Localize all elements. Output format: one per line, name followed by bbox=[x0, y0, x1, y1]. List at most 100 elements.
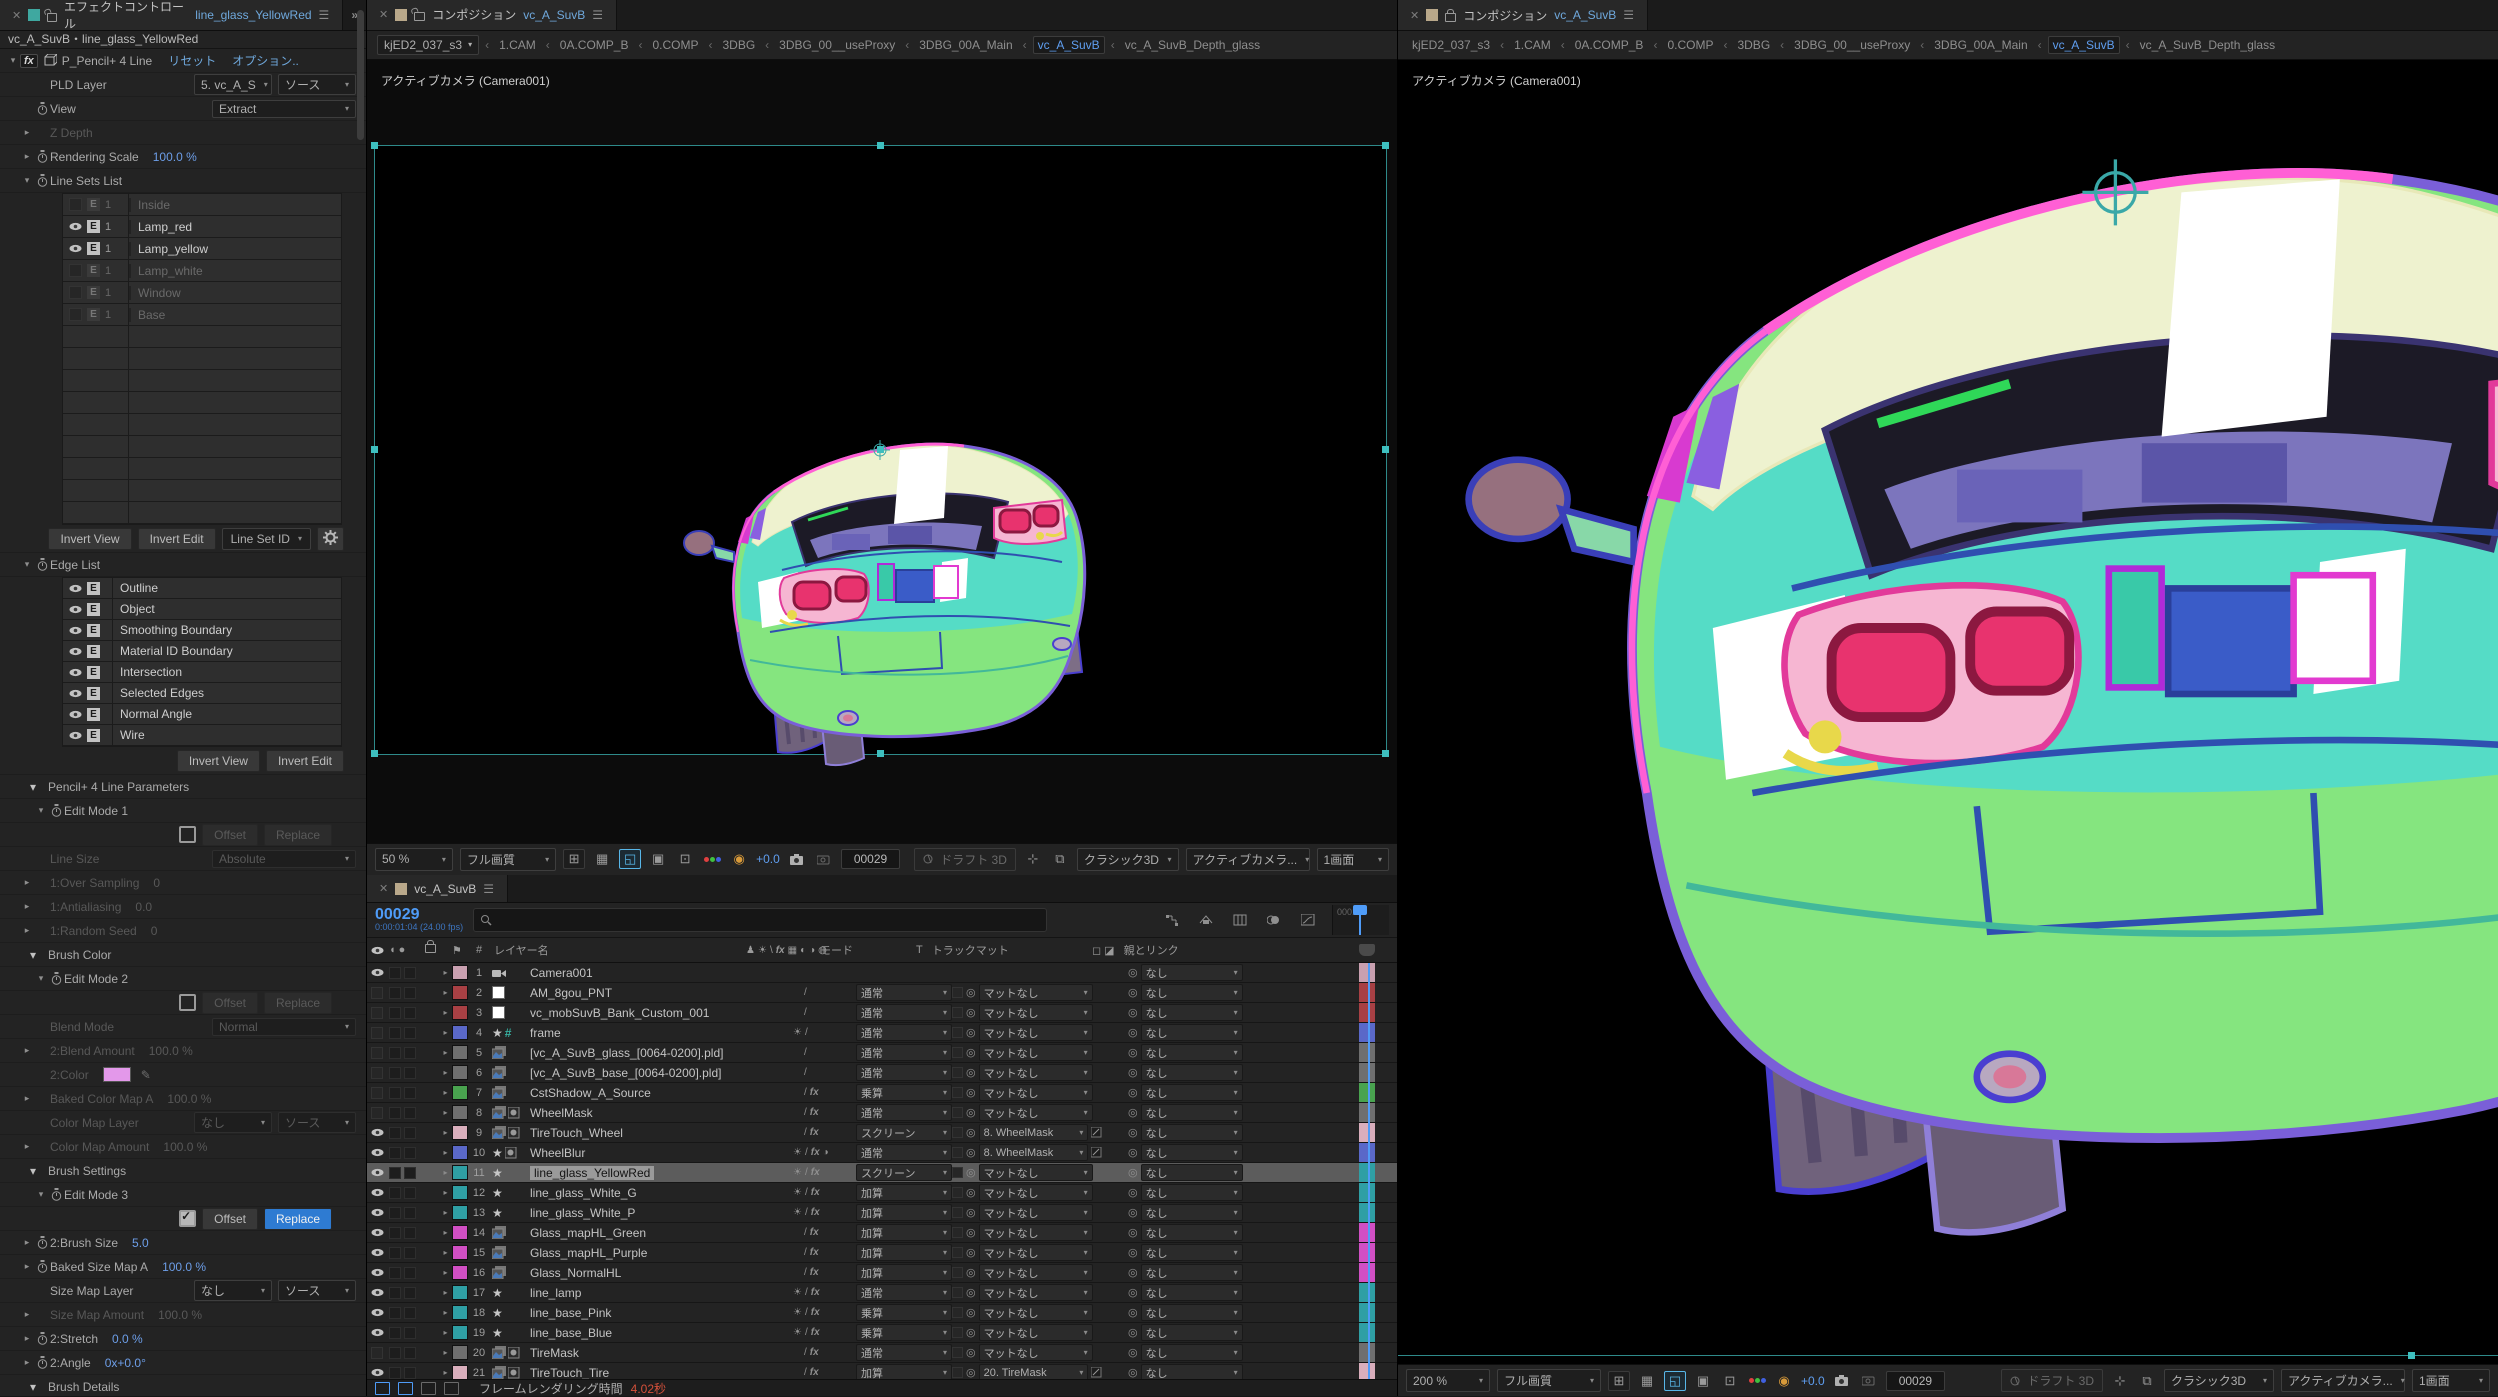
mode-dropdown[interactable]: 通常▾ bbox=[856, 1344, 952, 1361]
track-matte-dropdown[interactable]: マットなし▾ bbox=[979, 1224, 1093, 1241]
solo-box[interactable] bbox=[404, 1047, 416, 1059]
twirl-closed-icon[interactable]: ▸ bbox=[20, 1093, 34, 1104]
matte-toggle-box[interactable] bbox=[952, 1267, 963, 1278]
close-icon[interactable]: ✕ bbox=[379, 882, 388, 895]
3d-view-gizmo-icon[interactable]: ⧉ bbox=[1050, 850, 1070, 868]
mode-dropdown[interactable]: 通常▾ bbox=[856, 1064, 952, 1081]
matte-toggle-box[interactable] bbox=[952, 1027, 963, 1038]
label-color-chip[interactable] bbox=[452, 965, 468, 980]
track-matte-dropdown[interactable]: 8. WheelMask▾ bbox=[979, 1124, 1089, 1141]
twirl-closed-icon[interactable]: ▸ bbox=[20, 1333, 34, 1344]
frame-number-field[interactable]: 00029 bbox=[841, 849, 900, 869]
parent-column[interactable]: 親とリンク bbox=[1124, 942, 1179, 958]
param-label[interactable]: Line Size bbox=[50, 852, 99, 866]
panel-menu-icon[interactable]: ☰ bbox=[483, 882, 495, 896]
solo-box[interactable] bbox=[404, 1067, 416, 1079]
layer-name[interactable]: line_base_Blue bbox=[526, 1326, 782, 1340]
edge-row[interactable]: ENormal Angle bbox=[63, 704, 341, 725]
track-matte-dropdown[interactable]: マットなし▾ bbox=[979, 1324, 1093, 1341]
eye-column-icon[interactable] bbox=[367, 946, 387, 955]
label-color-chip[interactable] bbox=[452, 1225, 468, 1240]
twirl-closed-icon[interactable]: ▸ bbox=[439, 1348, 452, 1357]
solo-box[interactable] bbox=[404, 1367, 416, 1379]
gear-button[interactable] bbox=[317, 527, 344, 551]
track-matte-dropdown[interactable]: マットなし▾ bbox=[979, 1344, 1093, 1361]
stopwatch-icon[interactable] bbox=[37, 102, 48, 115]
twirl-open-icon[interactable]: ▾ bbox=[30, 1164, 36, 1178]
dropdown[interactable]: ソース▾ bbox=[278, 1280, 356, 1301]
audio-box[interactable] bbox=[389, 1327, 401, 1339]
label-column-icon[interactable]: ⚑ bbox=[452, 944, 468, 957]
param-label[interactable]: Pencil+ 4 Line Parameters bbox=[48, 780, 189, 794]
parent-pickwhip-icon[interactable]: ◎ bbox=[1128, 1026, 1138, 1039]
shy-column-icon[interactable]: ♟ bbox=[746, 945, 755, 956]
quality-toggle-icon[interactable]: / bbox=[804, 1047, 807, 1058]
track-matte-dropdown[interactable]: マットなし▾ bbox=[979, 1024, 1093, 1041]
crop-region-icon[interactable]: ⊡ bbox=[1720, 1372, 1740, 1390]
eye-off-box[interactable] bbox=[371, 1107, 383, 1119]
matte-toggle-box[interactable] bbox=[952, 1287, 963, 1298]
quality-toggle-icon[interactable]: / bbox=[804, 1267, 807, 1278]
motion-blur-master-icon[interactable] bbox=[1264, 911, 1284, 929]
param-label[interactable]: 1:Antialiasing bbox=[50, 900, 121, 914]
matte-t-column[interactable]: T bbox=[916, 944, 923, 956]
line-set-row[interactable]: E1Window bbox=[63, 282, 341, 304]
comp-handle[interactable] bbox=[877, 142, 884, 149]
close-icon[interactable]: ✕ bbox=[379, 8, 388, 21]
fx-toggle-icon[interactable]: fx bbox=[810, 1267, 819, 1278]
twirl-closed-icon[interactable]: ▸ bbox=[439, 1168, 452, 1177]
layer-name[interactable]: TireMask bbox=[526, 1346, 782, 1360]
edge-row[interactable]: EWire bbox=[63, 725, 341, 746]
audio-box[interactable] bbox=[389, 1047, 401, 1059]
track-matte-dropdown[interactable]: マットなし▾ bbox=[979, 1264, 1093, 1281]
param-value[interactable]: 100.0 % bbox=[162, 1260, 206, 1274]
parent-pickwhip-icon[interactable]: ◎ bbox=[1128, 1286, 1138, 1299]
fx-toggle-icon[interactable]: fx bbox=[811, 1207, 820, 1218]
eye-icon[interactable] bbox=[371, 1168, 384, 1177]
edit-mode-checkbox[interactable] bbox=[179, 994, 196, 1011]
zoom-dropdown[interactable]: 200 %▾ bbox=[1406, 1369, 1490, 1392]
parent-dropdown[interactable]: なし▾ bbox=[1141, 1344, 1243, 1361]
layer-name[interactable]: [vc_A_SuvB_glass_[0064-0200].pld] bbox=[526, 1046, 782, 1060]
mode-dropdown[interactable]: 加算▾ bbox=[856, 1364, 952, 1379]
parent-pickwhip-icon[interactable]: ◎ bbox=[1128, 1126, 1138, 1139]
mode-dropdown[interactable]: 通常▾ bbox=[856, 1144, 952, 1161]
comp-handle[interactable] bbox=[371, 750, 378, 757]
parent-pickwhip-icon[interactable]: ◎ bbox=[1128, 1146, 1138, 1159]
twirl-open-icon[interactable]: ▾ bbox=[34, 805, 48, 816]
param-value[interactable]: 0 bbox=[151, 924, 158, 938]
lock-column-icon[interactable] bbox=[425, 944, 439, 956]
stopwatch-icon[interactable] bbox=[37, 1356, 48, 1369]
twirl-closed-icon[interactable]: ▸ bbox=[439, 1108, 452, 1117]
mode-column[interactable]: モード bbox=[820, 942, 916, 958]
audio-box[interactable] bbox=[389, 1367, 401, 1379]
line-set-empty-row[interactable] bbox=[63, 458, 341, 480]
track-matte-dropdown[interactable]: マットなし▾ bbox=[979, 1204, 1093, 1221]
track-matte-dropdown[interactable]: マットなし▾ bbox=[979, 984, 1093, 1001]
region-of-interest-icon[interactable]: ▣ bbox=[1693, 1372, 1713, 1390]
layer-row[interactable]: ▸9TireTouch_Wheel/fxスクリーン▾◎8. WheelMask▾… bbox=[367, 1123, 1397, 1143]
layer-row[interactable]: ▸13★line_glass_White_P☀/fx加算▾◎マットなし▾◎なし▾ bbox=[367, 1203, 1397, 1223]
line-set-empty-row[interactable] bbox=[63, 414, 341, 436]
mode-dropdown[interactable]: 乗算▾ bbox=[856, 1324, 952, 1341]
show-snapshot-icon[interactable] bbox=[1859, 1372, 1879, 1390]
invert-edit-button[interactable]: Invert Edit bbox=[138, 528, 216, 550]
breadcrumb-item[interactable]: vc_A_SuvB_Depth_glass bbox=[2136, 37, 2279, 53]
twirl-closed-icon[interactable]: ▸ bbox=[20, 1141, 34, 1152]
eye-icon[interactable] bbox=[69, 710, 82, 719]
layer-name[interactable]: line_lamp bbox=[526, 1286, 782, 1300]
line-set-empty-row[interactable] bbox=[63, 348, 341, 370]
edge-row[interactable]: EOutline bbox=[63, 578, 341, 599]
matte-pickwhip-icon[interactable]: ◎ bbox=[966, 1366, 976, 1379]
stopwatch-icon[interactable] bbox=[37, 174, 48, 187]
parent-dropdown[interactable]: なし▾ bbox=[1141, 1244, 1243, 1261]
twirl-closed-icon[interactable]: ▸ bbox=[20, 127, 34, 138]
lock-open-icon[interactable] bbox=[47, 13, 57, 22]
edge-name[interactable]: Outline bbox=[113, 581, 158, 595]
edit-badge[interactable]: E bbox=[87, 708, 100, 721]
view-layout-dropdown[interactable]: 1画面▾ bbox=[2412, 1369, 2490, 1392]
collapse-toggle-icon[interactable]: ☀ bbox=[793, 1147, 802, 1158]
param-label[interactable]: Brush Color bbox=[48, 948, 111, 962]
breadcrumb-item[interactable]: vc_A_SuvB_Depth_glass bbox=[1121, 37, 1264, 53]
motion-blur-toggle-icon[interactable]: ◑ bbox=[823, 1147, 829, 1158]
